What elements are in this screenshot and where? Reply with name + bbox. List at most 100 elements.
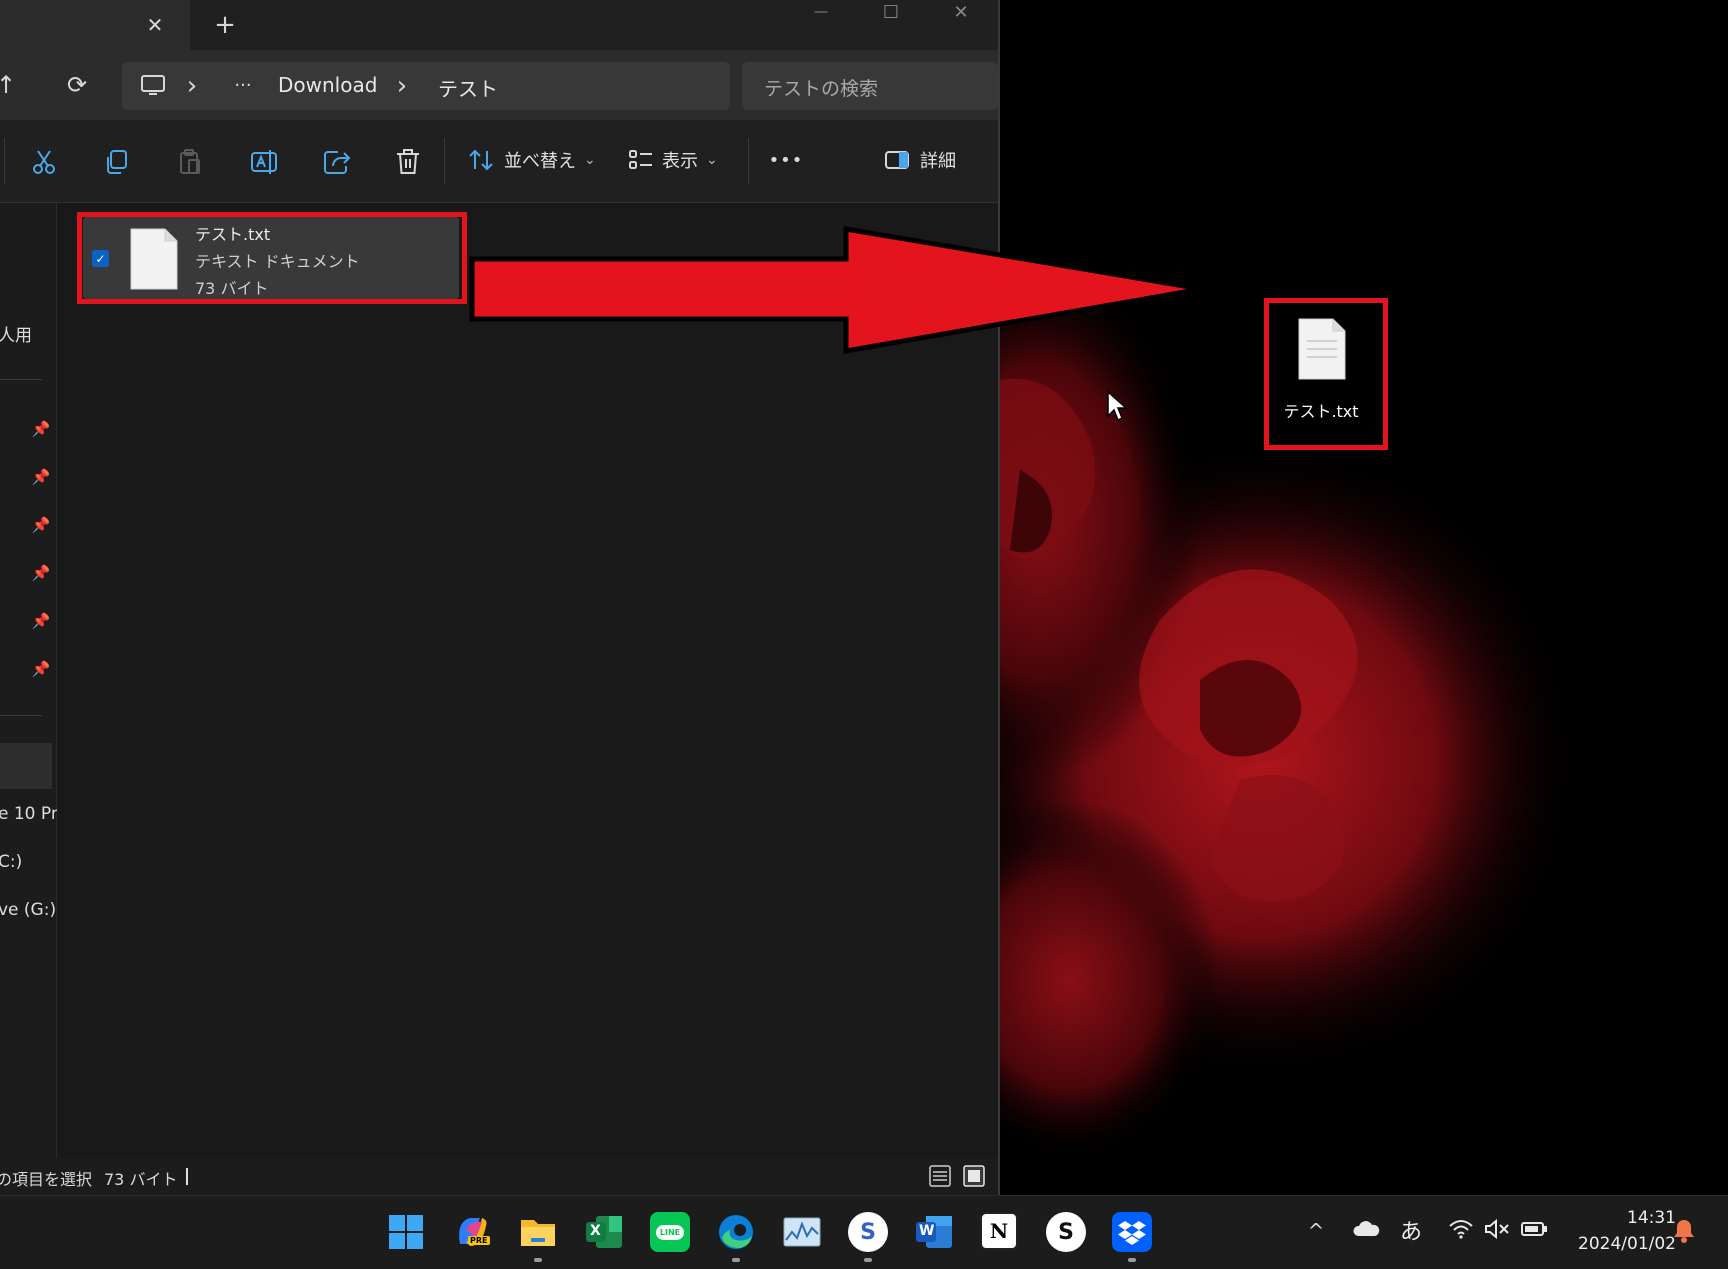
desktop-file-name: テスト.txt — [1283, 402, 1359, 421]
clock[interactable]: 14:31 2024/01/02 — [1560, 1204, 1676, 1262]
address-row: ↑ ⟳ › ··· Download › テスト テストの検索 — [0, 50, 998, 120]
minimize-icon[interactable]: — — [806, 0, 836, 24]
breadcrumb-test[interactable]: テスト — [438, 73, 498, 102]
edge-icon — [719, 1215, 753, 1249]
paste-icon[interactable] — [176, 148, 204, 176]
details-view-icon[interactable] — [928, 1164, 952, 1188]
navigation-pane: 人用 📌 📌 📌 📌 📌 📌 e 10 Pr C:) ve (G:) — [0, 203, 58, 1158]
new-tab-icon[interactable]: + — [210, 10, 240, 40]
selection-size: 73 バイト — [104, 1170, 178, 1189]
text-file-icon — [1298, 318, 1346, 380]
pin-icon[interactable]: 📌 — [30, 610, 52, 632]
tab-close-icon[interactable]: ✕ — [140, 10, 170, 40]
copilot-app[interactable]: PRE — [452, 1212, 492, 1252]
nav-item-user[interactable]: 人用 — [0, 321, 32, 346]
address-bar[interactable]: › ··· Download › テスト — [122, 62, 730, 110]
nav-item-this-pc[interactable] — [0, 743, 52, 789]
nav-item-c-drive[interactable]: C:) — [0, 852, 22, 872]
s-app[interactable]: S — [1046, 1212, 1086, 1252]
pin-icon[interactable]: 📌 — [30, 658, 52, 680]
rose-wallpaper — [1000, 260, 1580, 1160]
clock-date: 2024/01/02 — [1578, 1234, 1676, 1254]
breadcrumb-download[interactable]: Download — [278, 73, 377, 97]
breadcrumb-more-icon[interactable]: ··· — [228, 70, 258, 100]
desktop: テスト.txt — [1000, 0, 1728, 1195]
ime-indicator[interactable]: あ — [1400, 1214, 1422, 1246]
excel-app[interactable]: X — [584, 1212, 624, 1252]
running-indicator — [732, 1258, 740, 1262]
clock-time: 14:31 — [1627, 1208, 1676, 1228]
chevron-right-icon: › — [186, 71, 198, 101]
rename-icon[interactable] — [250, 148, 280, 176]
delete-icon[interactable] — [394, 148, 422, 176]
volume-muted-icon[interactable] — [1484, 1218, 1510, 1240]
edge-app[interactable] — [716, 1212, 756, 1252]
pin-icon[interactable]: 📌 — [30, 418, 52, 440]
chevron-down-icon: ⌄ — [706, 152, 718, 168]
divider — [4, 138, 5, 184]
nav-item-windows[interactable]: e 10 Pr — [0, 804, 58, 824]
folder-icon — [521, 1220, 555, 1246]
simplenote-app[interactable]: S — [848, 1212, 888, 1252]
word-letter: W — [919, 1223, 935, 1239]
word-app[interactable]: W — [914, 1212, 954, 1252]
red-arrow — [469, 226, 1203, 354]
nav-item-g-drive[interactable]: ve (G:) — [0, 900, 56, 920]
highlight-box — [77, 212, 467, 304]
sort-button[interactable]: 並べ替え ⌄ — [468, 140, 596, 180]
close-icon[interactable]: ✕ — [946, 0, 976, 24]
more-options-icon[interactable]: ••• — [768, 140, 804, 180]
dropbox-icon — [1118, 1221, 1146, 1245]
wifi-icon[interactable] — [1448, 1218, 1474, 1240]
command-bar: 並べ替え ⌄ 表示 ⌄ ••• 詳細 — [0, 120, 998, 203]
sort-label: 並べ替え — [504, 151, 576, 172]
details-button[interactable]: 詳細 — [884, 140, 956, 180]
copy-icon[interactable] — [102, 148, 130, 176]
mouse-cursor-icon — [1107, 390, 1128, 422]
copilot-icon — [459, 1218, 487, 1246]
details-label: 詳細 — [920, 151, 956, 172]
line-app[interactable]: LINE — [650, 1212, 690, 1252]
desktop-file-item[interactable]: テスト.txt — [1264, 298, 1388, 450]
search-input[interactable]: テストの検索 — [764, 74, 878, 101]
share-icon[interactable] — [322, 148, 352, 176]
nav-divider — [0, 379, 42, 380]
taskbar: PRE X LINE S W N S ^ あ 14:31 2024/01/02 — [0, 1195, 1728, 1269]
file-explorer-window: ✕ + — ☐ ✕ ↑ ⟳ › ··· Download › テスト — [0, 0, 1000, 1195]
resource-monitor-app[interactable] — [782, 1212, 822, 1252]
excel-letter: X — [590, 1223, 601, 1239]
notion-icon: N — [989, 1219, 1009, 1243]
view-button[interactable]: 表示 ⌄ — [628, 140, 718, 180]
screen: ✕ + — ☐ ✕ ↑ ⟳ › ··· Download › テスト — [0, 0, 1728, 1269]
line-icon: LINE — [655, 1224, 685, 1240]
notification-bell-icon[interactable] — [1672, 1218, 1696, 1244]
running-indicator — [1128, 1258, 1136, 1262]
chevron-down-icon: ⌄ — [584, 152, 596, 168]
refresh-icon[interactable]: ⟳ — [62, 70, 92, 100]
file-explorer-app[interactable] — [518, 1212, 558, 1252]
cut-icon[interactable] — [30, 148, 58, 176]
status-bar: の項目を選択 73 バイト — [0, 1158, 998, 1195]
onedrive-icon[interactable] — [1352, 1218, 1380, 1240]
pin-icon[interactable]: 📌 — [30, 562, 52, 584]
this-pc-icon — [141, 75, 165, 95]
view-label: 表示 — [662, 151, 698, 172]
pin-icon[interactable]: 📌 — [30, 514, 52, 536]
start-button[interactable] — [386, 1212, 426, 1252]
dropbox-app[interactable] — [1112, 1212, 1152, 1252]
maximize-icon[interactable]: ☐ — [876, 0, 906, 24]
up-arrow-icon[interactable]: ↑ — [0, 70, 18, 100]
large-icons-view-icon[interactable] — [962, 1164, 986, 1188]
simplenote-icon: S — [860, 1219, 876, 1245]
sort-icon — [469, 149, 493, 171]
battery-icon[interactable] — [1520, 1218, 1548, 1240]
notion-app[interactable]: N — [980, 1212, 1018, 1250]
details-pane-icon — [885, 151, 909, 169]
windows-logo-icon — [389, 1215, 423, 1249]
text-cursor — [186, 1168, 188, 1185]
search-box[interactable]: テストの検索 — [742, 62, 998, 110]
selection-status: の項目を選択 — [0, 1170, 93, 1189]
pin-icon[interactable]: 📌 — [30, 466, 52, 488]
show-hidden-icons-icon[interactable]: ^ — [1304, 1216, 1328, 1246]
tab-test[interactable]: ✕ — [0, 0, 190, 50]
